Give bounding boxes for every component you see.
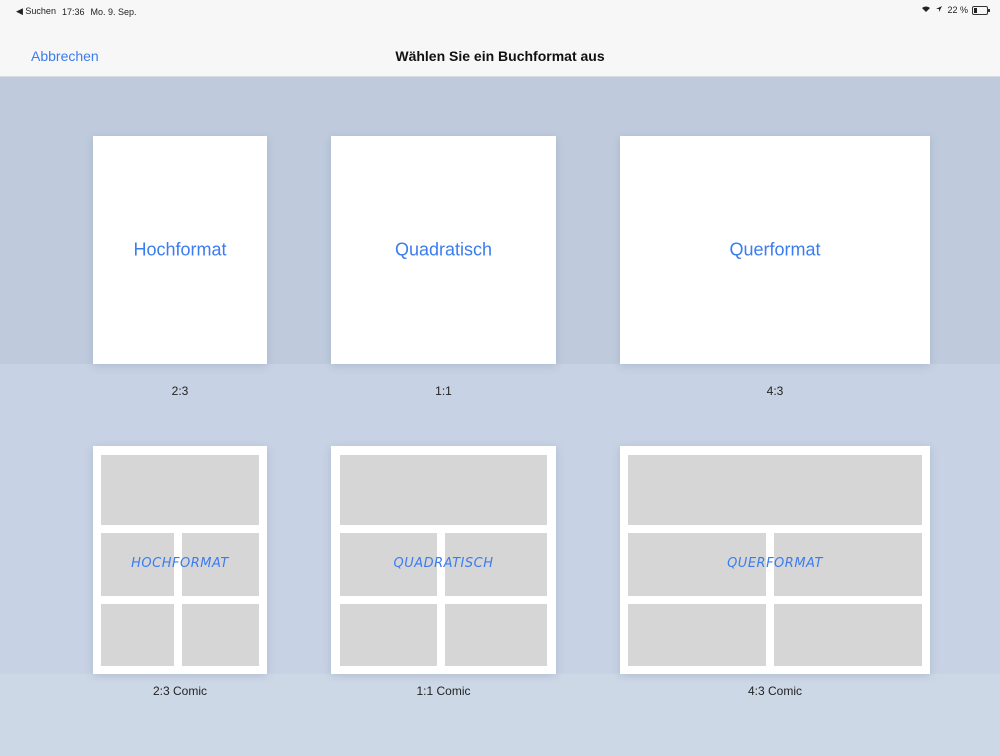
format-ratio-label: 4:3 (766, 384, 784, 398)
navigation-bar: Abbrechen Wählen Sie ein Buchformat aus (0, 20, 1000, 77)
battery-icon (972, 5, 990, 15)
location-icon (935, 5, 943, 15)
comic-panel (182, 604, 259, 666)
format-label: Querformat (729, 239, 821, 260)
format-label: Quadratisch (394, 239, 493, 260)
comic-ratio-label: 1:1 Comic (416, 684, 471, 698)
comic-label: QUADRATISCH (393, 556, 494, 571)
format-label: Hochformat (133, 239, 227, 260)
comic-ratio-label: 4:3 Comic (747, 684, 803, 698)
comic-panel (445, 604, 547, 666)
comic-label: HOCHFORMAT (131, 556, 229, 571)
comic-portrait-card[interactable]: HOCHFORMAT (93, 446, 267, 674)
format-portrait-card[interactable]: Hochformat (93, 136, 267, 364)
comic-panel (628, 604, 766, 666)
status-bar: ◀ Suchen 17:36 Mo. 9. Sep. 22 % (0, 0, 1000, 20)
comic-label: QUERFORMAT (727, 556, 823, 571)
format-ratio-label: 1:1 (435, 384, 452, 398)
format-square-card[interactable]: Quadratisch (331, 136, 556, 364)
comic-panel (101, 604, 174, 666)
comic-square-card[interactable]: QUADRATISCH (331, 446, 556, 674)
comic-panel (774, 604, 922, 666)
status-date: Mo. 9. Sep. (90, 6, 137, 17)
wifi-icon (921, 5, 931, 15)
comic-panel (340, 455, 547, 525)
comic-panel (340, 604, 437, 666)
comic-panel (628, 455, 922, 525)
format-picker: Hochformat 2:3 Quadratisch 1:1 Querforma… (0, 77, 1000, 756)
format-landscape-card[interactable]: Querformat (620, 136, 930, 364)
back-to-search-link[interactable]: ◀ Suchen (16, 6, 56, 17)
comic-landscape-card[interactable]: QUERFORMAT (620, 446, 930, 674)
comic-panel (101, 455, 259, 525)
format-ratio-label: 2:3 (171, 384, 189, 398)
comic-ratio-label: 2:3 Comic (152, 684, 208, 698)
status-time: 17:36 (61, 6, 85, 17)
page-title: Wählen Sie ein Buchformat aus (395, 48, 605, 64)
battery-percent: 22 % (947, 5, 968, 15)
